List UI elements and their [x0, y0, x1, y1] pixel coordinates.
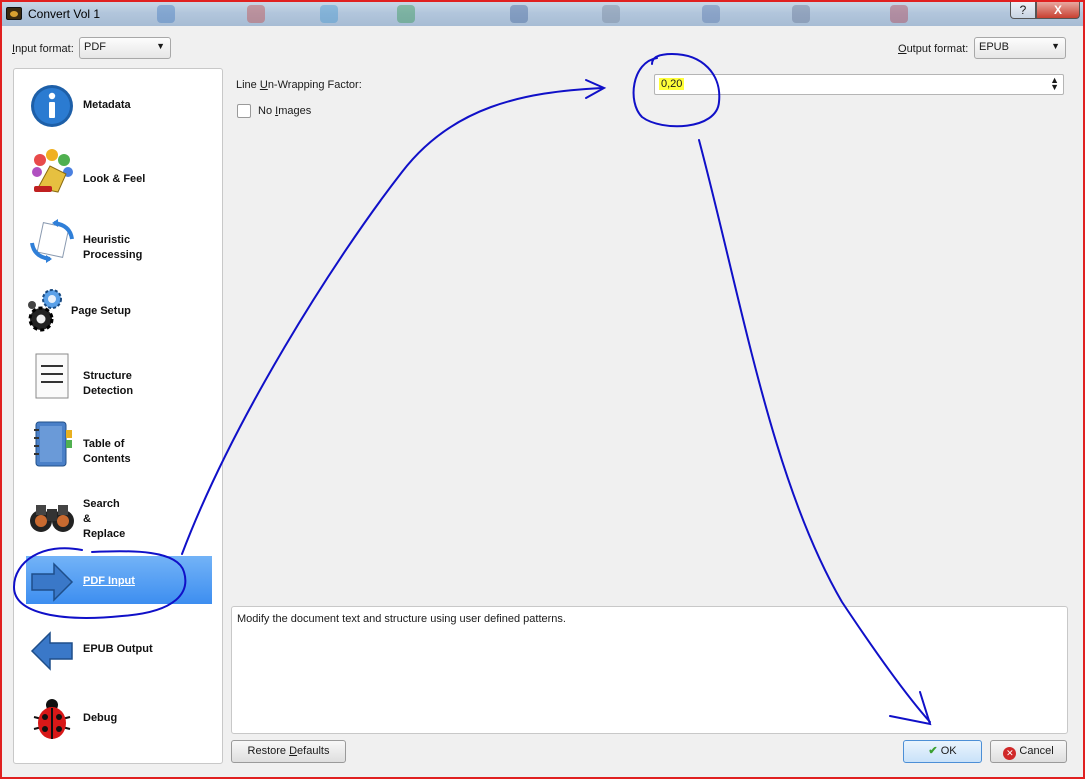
window-title: Convert Vol 1 — [28, 7, 101, 21]
taskbar-thumb-icon — [247, 5, 265, 23]
taskbar-thumb-icon — [320, 5, 338, 23]
taskbar-thumb-icon — [702, 5, 720, 23]
sidebar-item-label: PDF Input — [83, 575, 135, 587]
output-format-label: Output format: — [898, 43, 969, 55]
sidebar-item-page-setup[interactable]: Page Setup — [14, 283, 222, 347]
unwrap-factor-spinbox[interactable]: 0,20 ▲ ▼ — [654, 74, 1064, 95]
input-format-select[interactable]: PDF ▼ — [79, 37, 171, 59]
chevron-down-icon: ▼ — [156, 41, 165, 51]
taskbar-thumb-icon — [157, 5, 175, 23]
sidebar-item-search-replace[interactable]: Search & Replace — [14, 487, 222, 551]
cancel-button[interactable]: ✕ Cancel — [990, 740, 1067, 763]
output-format-select[interactable]: EPUB ▼ — [974, 37, 1066, 59]
cancel-label: Cancel — [1019, 745, 1054, 757]
cancel-icon: ✕ — [1003, 747, 1017, 760]
arrow-right-icon — [31, 562, 74, 602]
sidebar-item-pdf-input[interactable]: PDF Input — [14, 556, 222, 620]
unwrap-factor-label: Line Un-Wrapping Factor: — [236, 79, 362, 91]
sidebar-item-label: Page Setup — [71, 305, 131, 317]
no-images-checkbox[interactable] — [237, 104, 251, 118]
sidebar-item-label: Debug — [83, 712, 118, 724]
format-bar: Input format: PDF ▼ Output format: EPUB … — [2, 26, 1083, 68]
spin-arrows-icon[interactable]: ▲ ▼ — [1050, 76, 1059, 92]
taskbar-thumb-icon — [510, 5, 528, 23]
sidebar-item-label: Metadata — [83, 99, 131, 111]
palette-icon — [32, 149, 73, 193]
input-format-value: PDF — [84, 41, 106, 53]
binoculars-icon — [30, 505, 74, 532]
sidebar-item-label: Table of Contents — [83, 438, 131, 465]
arrow-left-icon — [30, 631, 73, 671]
restore-defaults-button[interactable]: Restore Defaults — [231, 740, 346, 763]
sidebar-item-debug[interactable]: Debug — [14, 693, 222, 757]
info-icon — [31, 85, 73, 127]
help-button[interactable]: ? — [1010, 2, 1036, 19]
options-sidebar: Metadata Look & Feel Heuristic Processin… — [13, 68, 223, 764]
taskbar-thumb-icon — [890, 5, 908, 23]
ok-button[interactable]: ✔ OK — [903, 740, 982, 763]
sidebar-item-label: Structure Detection — [83, 370, 134, 397]
sidebar-item-structure-detection[interactable]: Structure Detection — [14, 351, 222, 415]
taskbar-thumb-icon — [792, 5, 810, 23]
no-images-label[interactable]: No Images — [258, 105, 311, 117]
sidebar-item-label: Search & Replace — [83, 498, 126, 540]
sidebar-item-heuristic-processing[interactable]: Heuristic Processing — [14, 215, 222, 279]
input-format-label: Input format: — [12, 43, 74, 55]
ladybug-icon — [33, 699, 71, 739]
sidebar-item-label: Heuristic Processing — [83, 234, 143, 261]
pdf-input-panel: Line Un-Wrapping Factor: 0,20 ▲ ▼ No Imag… — [224, 68, 1079, 608]
document-icon — [35, 353, 69, 399]
ok-label: OK — [940, 745, 957, 757]
app-icon — [6, 7, 22, 20]
convert-dialog: Convert Vol 1 ? X Input format: PDF ▼ Ou… — [0, 0, 1085, 779]
output-format-value: EPUB — [979, 41, 1009, 53]
title-bar: Convert Vol 1 ? X — [2, 2, 1083, 26]
sidebar-item-metadata[interactable]: Metadata — [14, 79, 222, 143]
help-text: Modify the document text and structure u… — [237, 613, 566, 625]
close-button[interactable]: X — [1036, 2, 1080, 19]
chevron-down-icon: ▼ — [1051, 41, 1060, 51]
taskbar-thumb-icon — [397, 5, 415, 23]
checkmark-icon: ✔ — [928, 745, 938, 757]
sidebar-item-label: Look & Feel — [83, 173, 146, 185]
notebook-icon — [34, 421, 72, 467]
taskbar-thumb-icon — [602, 5, 620, 23]
sidebar-item-epub-output[interactable]: EPUB Output — [14, 625, 222, 689]
sidebar-item-look-and-feel[interactable]: Look & Feel — [14, 147, 222, 211]
sidebar-item-table-of-contents[interactable]: Table of Contents — [14, 419, 222, 483]
sidebar-item-label: EPUB Output — [83, 643, 153, 655]
unwrap-factor-value: 0,20 — [659, 78, 685, 90]
gears-icon — [28, 289, 62, 332]
help-text-box: Modify the document text and structure u… — [231, 606, 1068, 734]
heuristic-icon — [30, 219, 74, 263]
